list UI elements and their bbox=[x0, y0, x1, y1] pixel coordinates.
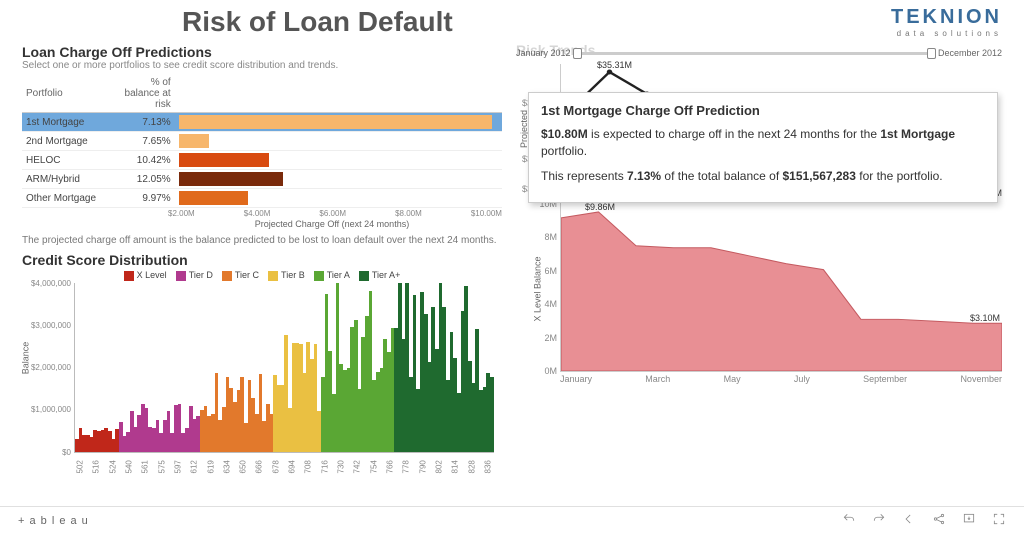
page-title: Risk of Loan Default bbox=[182, 6, 453, 38]
share-icon[interactable] bbox=[932, 512, 946, 529]
slider-handle-end[interactable] bbox=[927, 48, 936, 59]
tableau-logo: + a b l e a u bbox=[18, 515, 89, 527]
credit-score-legend: X LevelTier DTier CTier BTier ATier A+ bbox=[22, 270, 502, 281]
risk-x-axis: JanuaryMarchMayJulySeptemberNovember bbox=[560, 374, 1002, 384]
predictions-title: Loan Charge Off Predictions bbox=[22, 44, 502, 60]
undo-icon[interactable] bbox=[842, 512, 856, 529]
predictions-note: The projected charge off amount is the b… bbox=[22, 235, 502, 246]
revert-icon[interactable] bbox=[902, 512, 916, 529]
risk-area-svg bbox=[561, 204, 1002, 371]
predictions-x-axis: $2.00M$4.00M$6.00M$8.00M$10.00M bbox=[22, 209, 502, 218]
predictions-table: Portfolio % of balance at risk 1st Mortg… bbox=[22, 75, 502, 208]
download-icon[interactable] bbox=[962, 512, 976, 529]
risk-area-chart[interactable]: X Level Balance 0M2M4M6M8M10M $9.86M $3.… bbox=[560, 204, 1002, 372]
portfolio-row-4[interactable]: Other Mortgage9.97% bbox=[22, 189, 502, 208]
fullscreen-icon[interactable] bbox=[992, 512, 1006, 529]
line-peak-label: $35.31M bbox=[597, 60, 632, 70]
portfolio-row-0[interactable]: 1st Mortgage7.13% bbox=[22, 113, 502, 132]
redo-icon[interactable] bbox=[872, 512, 886, 529]
area-start-label: $9.86M bbox=[585, 202, 615, 212]
header: Risk of Loan Default TEKNION data soluti… bbox=[22, 6, 1002, 38]
area-end-label: $3.10M bbox=[970, 313, 1000, 323]
slider-track[interactable] bbox=[575, 52, 934, 55]
footer-toolbar: + a b l e a u bbox=[0, 506, 1024, 534]
credit-score-x-axis: 5025165245405615755976126196346506666786… bbox=[74, 453, 494, 472]
col-pct: % of balance at risk bbox=[120, 75, 175, 113]
predictions-subtitle: Select one or more portfolios to see cre… bbox=[22, 60, 502, 71]
predictions-x-label: Projected Charge Off (next 24 months) bbox=[22, 219, 502, 229]
portfolio-row-2[interactable]: HELOC10.42% bbox=[22, 151, 502, 170]
portfolio-row-3[interactable]: ARM/Hybrid12.05% bbox=[22, 170, 502, 189]
credit-score-title: Credit Score Distribution bbox=[22, 252, 502, 268]
risk-trends-title: Risk Trends bbox=[516, 42, 595, 58]
col-portfolio: Portfolio bbox=[22, 75, 120, 113]
portfolio-row-1[interactable]: 2nd Mortgage7.65% bbox=[22, 132, 502, 151]
brand-logo: TEKNION data solutions bbox=[891, 6, 1002, 38]
prediction-tooltip: 1st Mortgage Charge Off Prediction $10.8… bbox=[528, 92, 998, 203]
slider-handle-start[interactable] bbox=[573, 48, 582, 59]
credit-score-chart[interactable]: Balance $0$1,000,000$2,000,000$3,000,000… bbox=[74, 283, 494, 453]
